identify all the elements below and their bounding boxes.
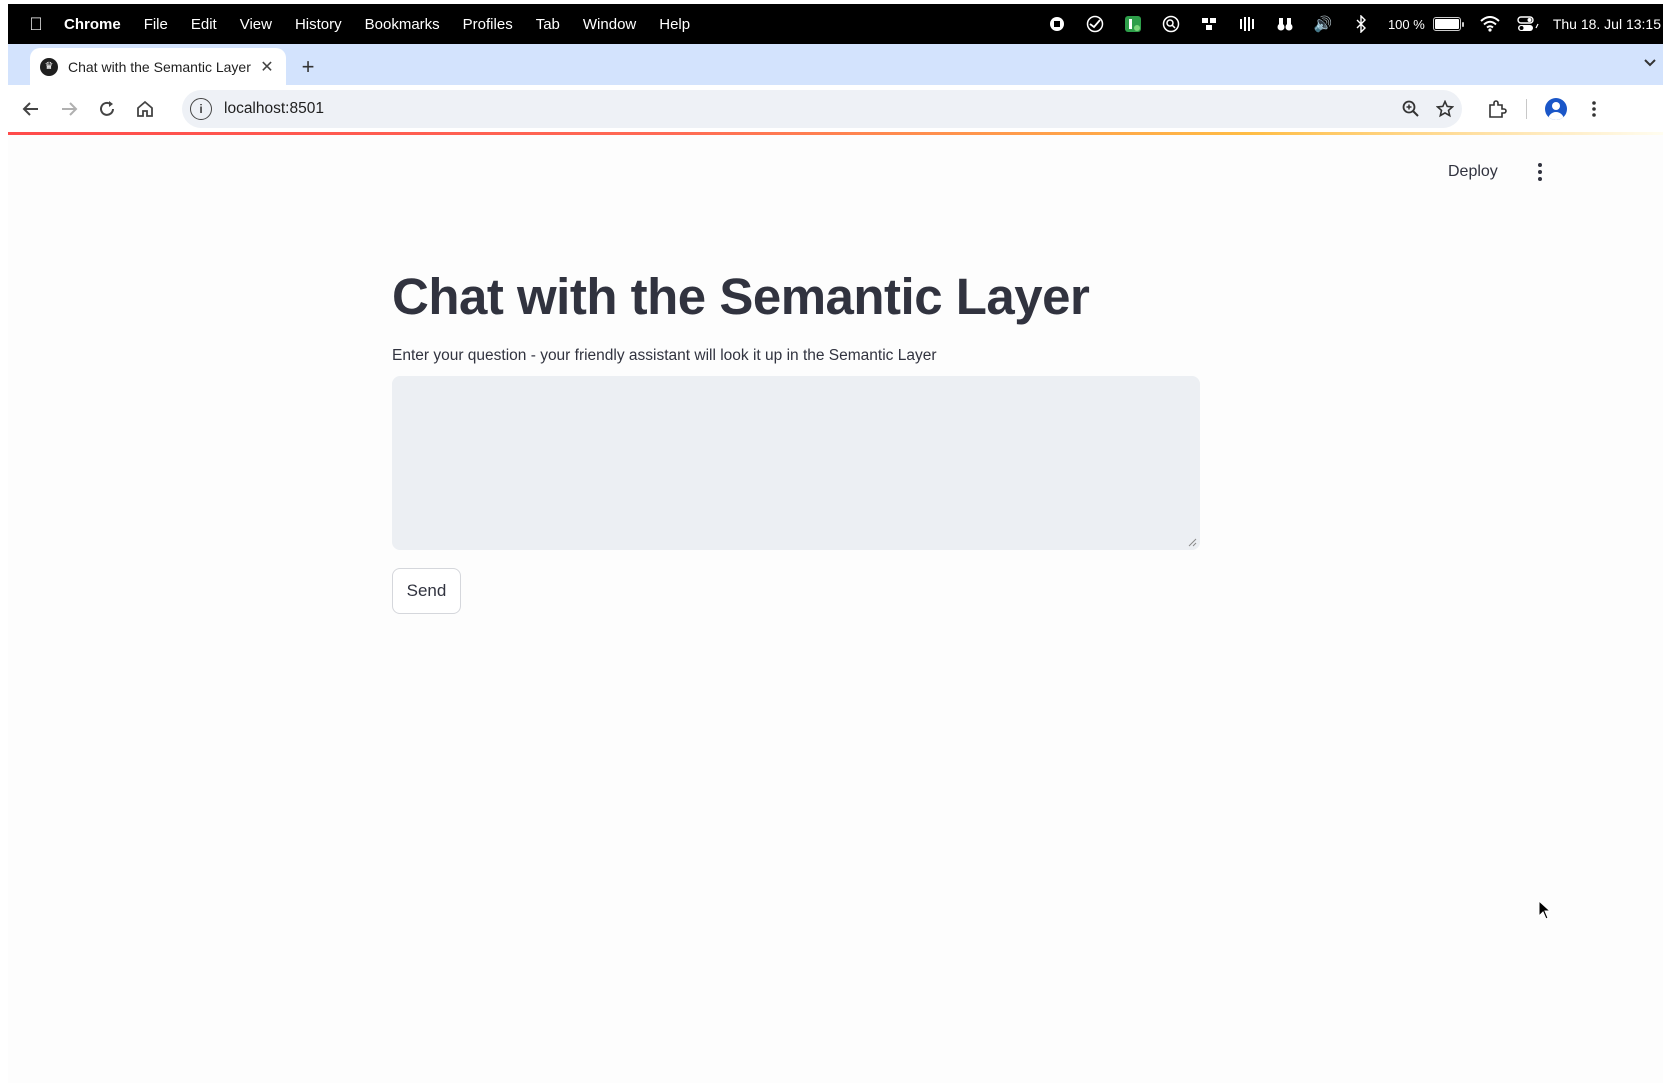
globe-check-icon[interactable] <box>1076 15 1114 33</box>
status-area: 🔊 100 % Thu 18. Jul 13:15 <box>1038 4 1663 44</box>
menu-edit[interactable]: Edit <box>191 16 217 33</box>
mouse-cursor-icon <box>1538 900 1552 920</box>
audio-levels-icon[interactable] <box>1228 15 1266 33</box>
battery-percentage: 100 % <box>1387 16 1425 32</box>
streamlit-app: Deploy Chat with the Semantic Layer Ente… <box>8 135 1663 1083</box>
page-title: Chat with the Semantic Layer <box>392 268 1090 325</box>
bluetooth-icon[interactable] <box>1342 15 1380 33</box>
tab-close-icon[interactable]: ✕ <box>258 57 276 77</box>
main-menu-icon[interactable] <box>1532 163 1548 181</box>
macos-menu-bar:  Chrome File Edit View History Bookmark… <box>8 4 1663 44</box>
menu-view[interactable]: View <box>240 16 272 33</box>
menu-profiles[interactable]: Profiles <box>463 16 513 33</box>
profile-avatar-icon[interactable] <box>1537 90 1575 128</box>
reload-icon[interactable] <box>88 90 126 128</box>
tab-title: Chat with the Semantic Layer <box>68 58 251 75</box>
extensions-icon[interactable] <box>1478 90 1516 128</box>
control-center-icon[interactable] <box>1509 16 1547 32</box>
tab-strip: ♛ Chat with the Semantic Layer ✕ + <box>8 44 1663 85</box>
address-bar[interactable]: i localhost:8501 <box>182 89 1462 128</box>
battery-icon[interactable] <box>1432 17 1464 31</box>
menu-app-name[interactable]: Chrome <box>64 16 121 33</box>
toolbar-separator <box>1526 98 1527 119</box>
tab-active[interactable]: ♛ Chat with the Semantic Layer ✕ <box>30 48 286 85</box>
question-label: Enter your question - your friendly assi… <box>392 347 937 364</box>
url-text[interactable]: localhost:8501 <box>224 100 1394 118</box>
deploy-button[interactable]: Deploy <box>1448 163 1498 181</box>
tab-search-chevron-icon[interactable] <box>1637 50 1663 76</box>
wifi-icon[interactable] <box>1471 16 1509 32</box>
menu-bookmarks[interactable]: Bookmarks <box>365 16 440 33</box>
binoculars-icon[interactable] <box>1266 15 1304 33</box>
volume-icon[interactable]: 🔊 <box>1304 15 1342 33</box>
menubar-clock[interactable]: Thu 18. Jul 13:15 <box>1553 16 1663 32</box>
send-button[interactable]: Send <box>392 568 461 614</box>
green-app-icon[interactable] <box>1114 15 1152 33</box>
home-icon[interactable] <box>126 90 164 128</box>
menu-file[interactable]: File <box>144 16 168 33</box>
zoom-icon[interactable] <box>1394 100 1428 118</box>
streamlit-favicon-icon: ♛ <box>40 57 58 76</box>
menu-history[interactable]: History <box>295 16 342 33</box>
dropbox-icon[interactable] <box>1190 15 1228 33</box>
forward-arrow-icon[interactable] <box>50 90 88 128</box>
menu-help[interactable]: Help <box>659 16 690 33</box>
menu-window[interactable]: Window <box>583 16 636 33</box>
chrome-menu-icon[interactable] <box>1575 90 1613 128</box>
question-textarea[interactable] <box>392 376 1200 550</box>
site-info-icon[interactable]: i <box>190 97 212 120</box>
back-arrow-icon[interactable] <box>12 90 50 128</box>
new-tab-button[interactable]: + <box>290 48 326 85</box>
bookmark-star-icon[interactable] <box>1428 99 1462 118</box>
screen-record-icon[interactable] <box>1038 16 1076 32</box>
spotlight-search-icon[interactable] <box>1152 15 1190 33</box>
resize-handle-icon[interactable] <box>1187 537 1197 547</box>
apple-icon[interactable]:  <box>8 14 64 35</box>
browser-toolbar: i localhost:8501 <box>8 85 1663 132</box>
menu-tab[interactable]: Tab <box>536 16 560 33</box>
avatar <box>1545 97 1567 120</box>
